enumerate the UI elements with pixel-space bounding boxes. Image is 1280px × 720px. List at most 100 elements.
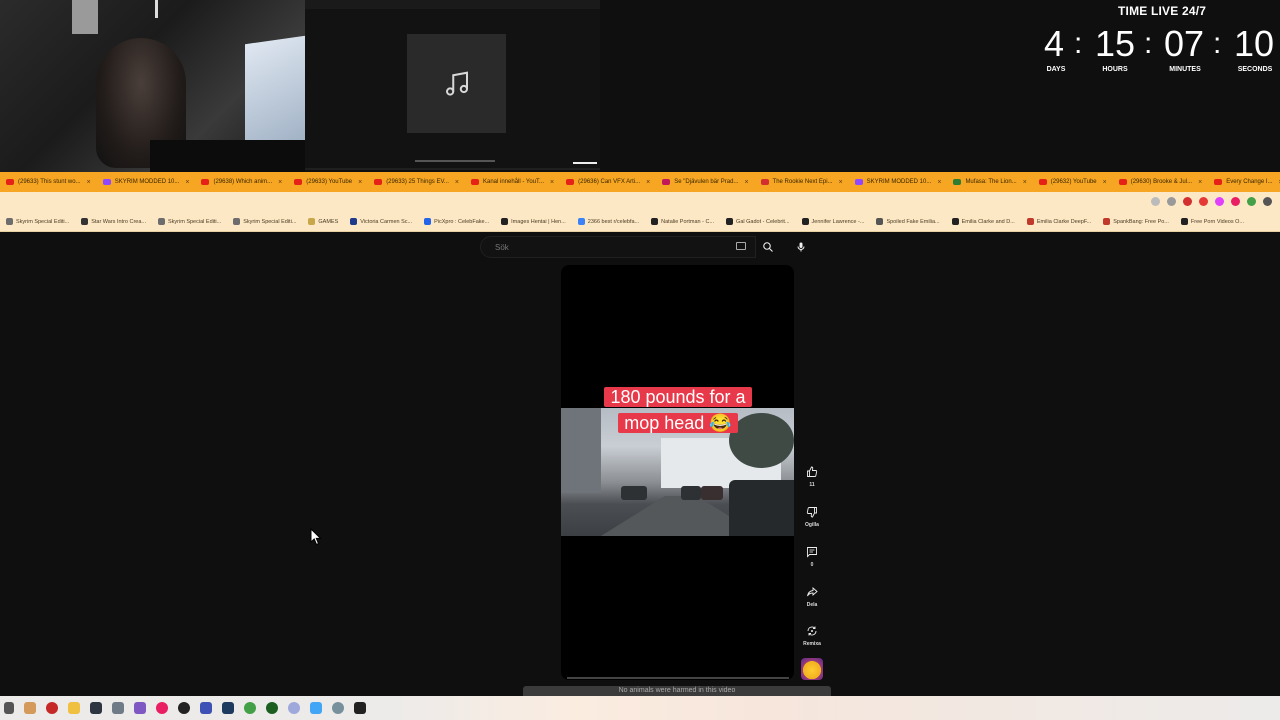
browser-tab[interactable]: SKYRIM MODDED 10... × bbox=[97, 172, 196, 192]
search-button[interactable] bbox=[756, 236, 780, 258]
browser-tab[interactable]: Kanal innehåll - YouT... × bbox=[465, 172, 560, 192]
bookmark-item[interactable]: Free Porn Videos O... bbox=[1175, 218, 1250, 225]
bookmark-item[interactable]: Skyrim Special Editi... bbox=[152, 218, 227, 225]
taskbar-app-icon[interactable] bbox=[310, 702, 322, 714]
settings-icon[interactable] bbox=[332, 702, 344, 714]
extension-icon[interactable] bbox=[1151, 197, 1160, 206]
taskbar-app-icon[interactable] bbox=[112, 702, 124, 714]
shorts-video-player[interactable]: 180 pounds for a mop head 😂 bbox=[561, 265, 794, 680]
tab-label: (29632) YouTube bbox=[1050, 179, 1097, 185]
bookmark-item[interactable]: Victoria Carmen Sc... bbox=[344, 218, 418, 225]
taskbar-app-icon[interactable] bbox=[24, 702, 36, 714]
tab-close-icon[interactable]: × bbox=[937, 179, 941, 186]
browser-tab[interactable]: Every Change I...× bbox=[1208, 172, 1280, 192]
browser-tab[interactable]: (29633) 25 Things EV... × bbox=[368, 172, 465, 192]
remix-button[interactable]: Remixa bbox=[798, 625, 826, 647]
bookmark-item[interactable]: Skyrim Special Editi... bbox=[227, 218, 302, 225]
tab-label: SKYRIM MODDED 10... bbox=[866, 179, 932, 185]
browser-tab[interactable]: Se "Djävulen bär Prad... × bbox=[656, 172, 754, 192]
timer-separator: : bbox=[1144, 27, 1153, 60]
tab-close-icon[interactable]: × bbox=[1023, 179, 1027, 186]
taskbar-app-icon[interactable] bbox=[46, 702, 58, 714]
browser-tab[interactable]: (29632) YouTube × bbox=[1033, 172, 1113, 192]
timer-seconds: 10 bbox=[1234, 23, 1275, 64]
tab-close-icon[interactable]: × bbox=[87, 179, 91, 186]
voice-search-button[interactable] bbox=[790, 236, 812, 258]
bookmark-item[interactable]: Natalie Portman - C... bbox=[645, 218, 720, 225]
tab-close-icon[interactable]: × bbox=[839, 179, 843, 186]
extension-icon[interactable] bbox=[1183, 197, 1192, 206]
bookmark-item[interactable]: Emilia Clarke DeepF... bbox=[1021, 218, 1097, 225]
taskbar-app-icon[interactable] bbox=[90, 702, 102, 714]
taskbar-app-icon[interactable] bbox=[178, 702, 190, 714]
browser-tab[interactable]: Mufasa: The Lion... × bbox=[947, 172, 1032, 192]
bookmark-item[interactable]: Star Wars Intro Crea... bbox=[75, 218, 152, 225]
browser-tab[interactable]: (29633) This stunt wo... × bbox=[0, 172, 97, 192]
tab-close-icon[interactable]: × bbox=[185, 179, 189, 186]
search-input[interactable]: Sök bbox=[480, 236, 756, 258]
bookmark-item[interactable]: Gal Gadot - Celebrit... bbox=[720, 218, 796, 225]
tab-close-icon[interactable]: × bbox=[744, 179, 748, 186]
video-scene-truck bbox=[729, 480, 794, 536]
timer-days-label: DAYS bbox=[1046, 66, 1066, 73]
browser-tab[interactable]: (29638) Which anim... × bbox=[195, 172, 288, 192]
tab-label: SKYRIM MODDED 10... bbox=[114, 179, 180, 185]
video-progress-bar[interactable] bbox=[567, 677, 789, 679]
share-button[interactable]: Dela bbox=[798, 586, 826, 608]
bookmark-favicon-icon bbox=[424, 218, 432, 225]
bookmark-item[interactable]: GAMES bbox=[302, 218, 344, 225]
tab-close-icon[interactable]: × bbox=[358, 179, 362, 186]
keyboard-icon[interactable] bbox=[736, 242, 746, 250]
extension-icon[interactable] bbox=[1199, 197, 1208, 206]
like-button[interactable]: 11 bbox=[798, 466, 826, 488]
extension-icon[interactable] bbox=[1231, 197, 1240, 206]
tab-label: (29633) YouTube bbox=[306, 179, 353, 185]
bookmark-label: Images Hentai | Hen... bbox=[511, 218, 566, 225]
tab-close-icon[interactable]: × bbox=[455, 179, 459, 186]
file-explorer-icon[interactable] bbox=[68, 702, 80, 714]
browser-tab[interactable]: (29630) Brooke & Jul... × bbox=[1113, 172, 1208, 192]
taskbar-app-icon[interactable] bbox=[354, 702, 366, 714]
tab-close-icon[interactable]: × bbox=[278, 179, 282, 186]
windows-start-icon[interactable] bbox=[4, 702, 14, 714]
tab-favicon-icon bbox=[102, 179, 111, 185]
sound-avatar[interactable] bbox=[801, 658, 823, 680]
bookmark-favicon-icon bbox=[801, 218, 809, 225]
mini-player-volume[interactable] bbox=[573, 162, 597, 164]
bookmark-item[interactable]: Spoiled Fake Emilia... bbox=[870, 218, 945, 225]
taskbar-app-icon[interactable] bbox=[156, 702, 168, 714]
tab-close-icon[interactable]: × bbox=[1198, 179, 1202, 186]
taskbar-app-icon[interactable] bbox=[134, 702, 146, 714]
tab-close-icon[interactable]: × bbox=[550, 179, 554, 186]
dislike-button[interactable]: Ogilla bbox=[798, 506, 826, 528]
tab-close-icon[interactable]: × bbox=[1103, 179, 1107, 186]
bookmark-item[interactable]: SpankBang: Free Po... bbox=[1097, 218, 1175, 225]
browser-tab[interactable]: (29636) Can VFX Arti... × bbox=[560, 172, 656, 192]
mouse-cursor-icon bbox=[310, 528, 322, 546]
chrome-icon[interactable] bbox=[266, 702, 278, 714]
browser-tab[interactable]: (29633) YouTube × bbox=[288, 172, 368, 192]
bookmark-star-icon[interactable] bbox=[1167, 197, 1176, 206]
bookmark-item[interactable]: Images Hentai | Hen... bbox=[495, 218, 572, 225]
bookmark-item[interactable]: PicXpro : CelebFake... bbox=[418, 218, 495, 225]
comments-button[interactable]: 0 bbox=[798, 546, 826, 568]
microphone-icon bbox=[797, 242, 805, 252]
bookmark-favicon-icon bbox=[81, 218, 89, 225]
spotify-icon[interactable] bbox=[244, 702, 256, 714]
taskbar-app-icon[interactable] bbox=[288, 702, 300, 714]
bookmark-item[interactable]: Skyrim Special Editi... bbox=[0, 218, 75, 225]
comment-count: 0 bbox=[810, 562, 814, 568]
menu-icon[interactable] bbox=[1263, 197, 1272, 206]
bookmark-item[interactable]: Jennifer Lawrence -... bbox=[796, 218, 871, 225]
extension-icon[interactable] bbox=[1215, 197, 1224, 206]
taskbar-app-icon[interactable] bbox=[200, 702, 212, 714]
photoshop-icon[interactable] bbox=[222, 702, 234, 714]
bookmark-item[interactable]: 2366 best r/celebfa... bbox=[572, 218, 645, 225]
tab-close-icon[interactable]: × bbox=[646, 179, 650, 186]
bookmark-item[interactable]: Emilia Clarke and D... bbox=[946, 218, 1021, 225]
browser-tab[interactable]: The Rookie Next Epi... × bbox=[755, 172, 849, 192]
download-icon[interactable] bbox=[1247, 197, 1256, 206]
browser-tab[interactable]: SKYRIM MODDED 10... × bbox=[849, 172, 948, 192]
mini-player-progress[interactable] bbox=[415, 160, 495, 162]
tab-favicon-icon bbox=[294, 179, 303, 185]
